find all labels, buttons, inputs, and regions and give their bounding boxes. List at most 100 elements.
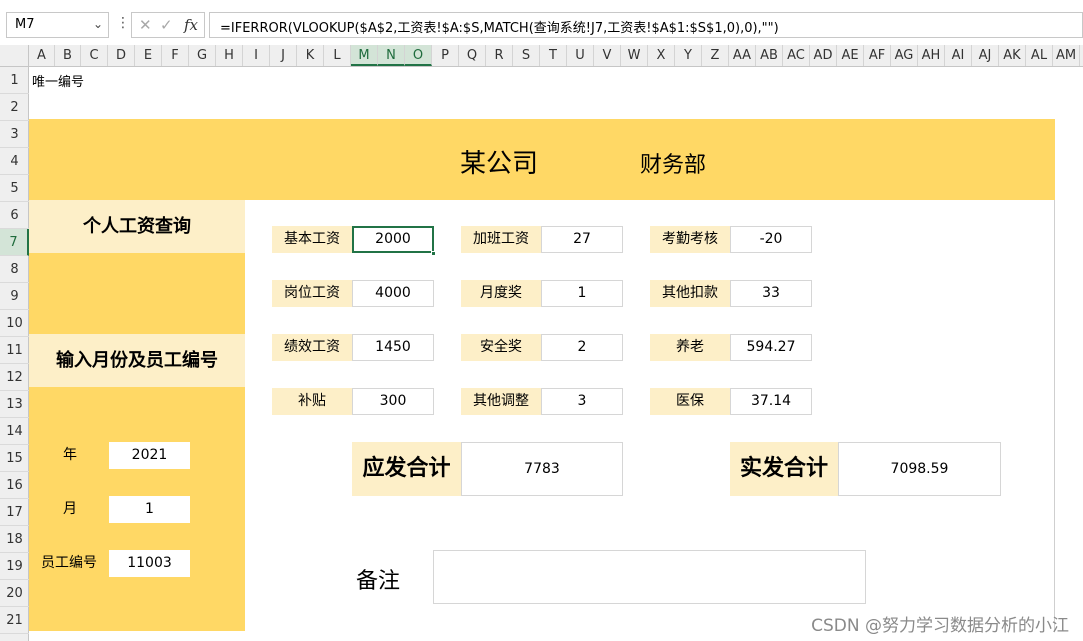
column-header[interactable]: AE: [837, 45, 864, 66]
department-title: 财务部: [640, 153, 707, 178]
employee-id-input[interactable]: 11003: [109, 550, 190, 577]
note-input[interactable]: [433, 550, 866, 604]
field-label: 其他扣款: [650, 280, 730, 307]
column-header[interactable]: O: [405, 45, 432, 66]
field-value[interactable]: 2000: [352, 226, 434, 253]
formula-input[interactable]: =IFERROR(VLOOKUP($A$2,工资表!$A:$S,MATCH(查询…: [209, 12, 1083, 38]
net-total-value[interactable]: 7098.59: [838, 442, 1001, 496]
field-label: 医保: [650, 388, 730, 415]
field-value[interactable]: 2: [541, 334, 623, 361]
cell-a1[interactable]: 唯一编号: [32, 71, 84, 90]
field-label: 考勤考核: [650, 226, 730, 253]
column-header[interactable]: AM: [1053, 45, 1080, 66]
gross-total-value[interactable]: 7783: [461, 442, 623, 496]
column-header[interactable]: AK: [999, 45, 1026, 66]
column-header[interactable]: I: [243, 45, 270, 66]
field-value[interactable]: 594.27: [730, 334, 812, 361]
cancel-icon[interactable]: ✕: [139, 16, 152, 34]
name-box[interactable]: M7 ⌄: [6, 12, 109, 38]
column-header[interactable]: AI: [945, 45, 972, 66]
column-header[interactable]: H: [216, 45, 243, 66]
select-all-corner[interactable]: [0, 45, 29, 66]
column-header[interactable]: R: [486, 45, 513, 66]
row-header[interactable]: 3: [0, 121, 29, 148]
field-value[interactable]: 37.14: [730, 388, 812, 415]
column-header[interactable]: S: [513, 45, 540, 66]
row-header[interactable]: 7: [0, 229, 29, 256]
column-header[interactable]: AD: [810, 45, 837, 66]
column-header[interactable]: P: [432, 45, 459, 66]
column-header[interactable]: M: [351, 45, 378, 66]
column-header[interactable]: N: [378, 45, 405, 66]
column-header[interactable]: T: [540, 45, 567, 66]
row-header[interactable]: 1: [0, 67, 29, 94]
field-value[interactable]: 33: [730, 280, 812, 307]
column-header[interactable]: Q: [459, 45, 486, 66]
formula-actions: ✕ ✓ fx: [131, 12, 205, 38]
column-header[interactable]: D: [108, 45, 135, 66]
column-header[interactable]: X: [648, 45, 675, 66]
year-input[interactable]: 2021: [109, 442, 190, 469]
column-header[interactable]: L: [324, 45, 351, 66]
column-header[interactable]: AC: [783, 45, 810, 66]
name-box-value: M7: [15, 17, 35, 32]
column-header[interactable]: AF: [864, 45, 891, 66]
field-value[interactable]: 1: [541, 280, 623, 307]
more-options-icon[interactable]: ⋮: [116, 15, 130, 31]
column-header[interactable]: AA: [729, 45, 756, 66]
column-header[interactable]: K: [297, 45, 324, 66]
row-header[interactable]: 2: [0, 94, 29, 121]
row-header[interactable]: 16: [0, 472, 29, 499]
row-header[interactable]: 13: [0, 391, 29, 418]
insert-function-icon[interactable]: fx: [184, 16, 198, 34]
row-header[interactable]: 9: [0, 283, 29, 310]
row-header[interactable]: 21: [0, 607, 29, 634]
fill-handle[interactable]: [431, 251, 436, 256]
row-header[interactable]: 17: [0, 499, 29, 526]
month-label: 月: [63, 501, 77, 517]
column-header[interactable]: U: [567, 45, 594, 66]
row-header[interactable]: 10: [0, 310, 29, 337]
row-header[interactable]: 18: [0, 526, 29, 553]
column-header[interactable]: F: [162, 45, 189, 66]
field-value[interactable]: 300: [352, 388, 434, 415]
row-header[interactable]: 19: [0, 553, 29, 580]
column-header[interactable]: Z: [702, 45, 729, 66]
row-header[interactable]: 15: [0, 445, 29, 472]
column-header[interactable]: AL: [1026, 45, 1053, 66]
column-header[interactable]: V: [594, 45, 621, 66]
column-header[interactable]: G: [189, 45, 216, 66]
field-label: 绩效工资: [272, 334, 352, 361]
field-label: 月度奖: [461, 280, 541, 307]
column-header[interactable]: C: [81, 45, 108, 66]
row-header[interactable]: 20: [0, 580, 29, 607]
row-headers: 1 2 3 4 5 6 7 8 9 10 11 12 13 14 15 16 17 18 19 20 21: [0, 67, 29, 641]
field-value[interactable]: 3: [541, 388, 623, 415]
row-header[interactable]: 14: [0, 418, 29, 445]
column-header[interactable]: Y: [675, 45, 702, 66]
field-value[interactable]: 4000: [352, 280, 434, 307]
row-header[interactable]: 12: [0, 364, 29, 391]
column-header[interactable]: AJ: [972, 45, 999, 66]
column-header[interactable]: J: [270, 45, 297, 66]
confirm-icon[interactable]: ✓: [160, 16, 173, 34]
column-header[interactable]: W: [621, 45, 648, 66]
field-label: 岗位工资: [272, 280, 352, 307]
field-value[interactable]: 27: [541, 226, 623, 253]
column-header[interactable]: AG: [891, 45, 918, 66]
column-header[interactable]: AB: [756, 45, 783, 66]
row-header[interactable]: 8: [0, 256, 29, 283]
row-header[interactable]: 5: [0, 175, 29, 202]
row-header[interactable]: 4: [0, 148, 29, 175]
row-header[interactable]: 11: [0, 337, 29, 364]
column-header[interactable]: A: [29, 45, 55, 66]
chevron-down-icon[interactable]: ⌄: [93, 17, 103, 31]
column-header[interactable]: B: [55, 45, 81, 66]
field-value[interactable]: -20: [730, 226, 812, 253]
column-header[interactable]: E: [135, 45, 162, 66]
month-input[interactable]: 1: [109, 496, 190, 523]
field-value[interactable]: 1450: [352, 334, 434, 361]
salary-query-title: 个人工资查询: [29, 200, 245, 253]
column-header[interactable]: AH: [918, 45, 945, 66]
row-header[interactable]: 6: [0, 202, 29, 229]
